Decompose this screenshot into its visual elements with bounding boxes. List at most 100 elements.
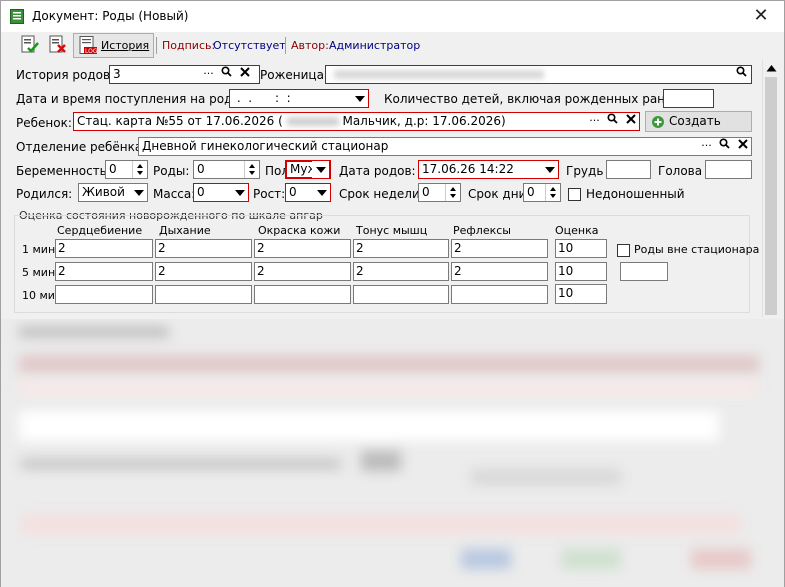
- apgar-row-label: 1 мин.: [22, 243, 59, 256]
- search-icon: [221, 66, 232, 77]
- clear-x-icon: [737, 139, 748, 149]
- department-search-button[interactable]: [716, 138, 733, 155]
- obscured-block: [471, 469, 621, 485]
- apgar-5min-skin-color[interactable]: 2: [254, 262, 351, 281]
- outside-hospital-checkbox[interactable]: [617, 244, 630, 257]
- apgar-10min-reflexes[interactable]: [451, 285, 548, 304]
- apgar-10min-score[interactable]: 10: [555, 284, 607, 304]
- obscured-block: [19, 411, 719, 441]
- save-button[interactable]: [18, 34, 42, 56]
- obscured-block: [21, 459, 341, 469]
- birth-history-clear-button[interactable]: [236, 66, 253, 83]
- outside-hospital-field[interactable]: [620, 262, 668, 281]
- apgar-cell-value: 10: [558, 286, 574, 300]
- search-icon: [607, 113, 618, 124]
- apgar-5min-heartbeat[interactable]: 2: [55, 262, 153, 281]
- apgar-1min-heartbeat[interactable]: 2: [55, 239, 153, 258]
- vertical-scrollbar[interactable]: [762, 60, 779, 317]
- clear-x-icon: [625, 114, 636, 124]
- admission-value: . . : :: [233, 91, 291, 105]
- apgar-5min-breathing[interactable]: 2: [155, 262, 252, 281]
- child-field[interactable]: Стац. карта №55 от 17.06.2026 ( Мальчик,…: [73, 112, 640, 131]
- obscured-content-area: [1, 319, 784, 587]
- premature-checkbox[interactable]: [568, 188, 581, 201]
- head-field[interactable]: [705, 160, 752, 179]
- signature-label: Подпись:: [162, 39, 216, 52]
- birth-date-value: 17.06.26 14:22: [422, 162, 514, 176]
- child-more-button[interactable]: ···: [586, 113, 603, 130]
- search-icon: [736, 66, 747, 77]
- create-card-button[interactable]: Создать карту: [645, 111, 752, 147]
- birth-history-more-button[interactable]: ···: [200, 66, 217, 83]
- title-bar: Документ: Роды (Новый) ✕: [1, 1, 784, 32]
- child-search-button[interactable]: [604, 113, 621, 130]
- apgar-1min-reflexes[interactable]: 2: [451, 239, 548, 258]
- born-dropdown-button[interactable]: [130, 184, 147, 201]
- children-count-label: Количество детей, включая рожденных ране…: [384, 92, 684, 106]
- apgar-1min-score[interactable]: 10: [555, 239, 607, 258]
- apgar-cell-value: 2: [158, 264, 166, 278]
- children-count-field[interactable]: [663, 89, 714, 108]
- term-weeks-label: Срок недели:: [339, 187, 424, 201]
- birth-date-field[interactable]: 17.06.26 14:22: [418, 160, 559, 179]
- births-value: 0: [197, 162, 205, 176]
- apgar-10min-muscle-tone[interactable]: [353, 285, 449, 304]
- admission-datetime-field[interactable]: . . : :: [229, 89, 369, 108]
- apgar-cell-value: 2: [58, 264, 66, 278]
- scroll-thumb[interactable]: [765, 77, 777, 315]
- height-dropdown-button[interactable]: [313, 184, 330, 201]
- birth-date-dropdown-button[interactable]: [541, 161, 558, 178]
- apgar-col-score: Оценка: [555, 224, 599, 237]
- apgar-1min-skin-color[interactable]: 2: [254, 239, 351, 258]
- births-label: Роды:: [153, 164, 190, 178]
- parturient-field[interactable]: [325, 65, 752, 84]
- birth-history-search-button[interactable]: [218, 66, 235, 83]
- department-field[interactable]: Дневной гинекологический стационар: [138, 137, 752, 156]
- obscured-block: [19, 327, 169, 337]
- chest-field[interactable]: [606, 160, 651, 179]
- apgar-5min-muscle-tone[interactable]: 2: [353, 262, 449, 281]
- apgar-10min-breathing[interactable]: [155, 285, 252, 304]
- obscured-block: [691, 549, 751, 569]
- child-value-prefix: Стац. карта №55 от 17.06.2026 (: [77, 114, 283, 128]
- height-label: Рост:: [253, 187, 286, 201]
- obscured-block: [561, 549, 621, 569]
- history-button[interactable]: LOG История: [73, 33, 154, 58]
- term-weeks-value: 0: [422, 185, 430, 199]
- birth-date-label: Дата родов:: [339, 164, 416, 178]
- department-clear-button[interactable]: [734, 138, 751, 155]
- apgar-10min-heartbeat[interactable]: [55, 285, 153, 304]
- term-weeks-spinner[interactable]: [445, 184, 460, 201]
- child-clear-button[interactable]: [622, 113, 639, 130]
- apgar-cell-value: 2: [356, 264, 364, 278]
- pregnancy-spinner[interactable]: [132, 161, 147, 178]
- cancel-x-icon: [49, 35, 66, 53]
- department-more-button[interactable]: ···: [698, 138, 715, 155]
- obscured-block: [461, 549, 511, 569]
- chest-label: Грудь: [566, 164, 604, 178]
- apgar-1min-muscle-tone[interactable]: 2: [353, 239, 449, 258]
- cancel-button[interactable]: [46, 34, 70, 56]
- term-days-label: Срок дни:: [468, 187, 531, 201]
- pregnancy-value: 0: [109, 162, 117, 176]
- toolbar: LOG История Подпись: Отсутствует Автор: …: [1, 32, 784, 59]
- weight-dropdown-button[interactable]: [231, 184, 248, 201]
- sex-dropdown-button[interactable]: [312, 161, 329, 178]
- apgar-1min-breathing[interactable]: 2: [155, 239, 252, 258]
- apgar-5min-score[interactable]: 10: [555, 262, 607, 281]
- born-label: Родился:: [16, 187, 73, 201]
- premature-label: Недоношенный: [586, 187, 685, 201]
- parturient-search-button[interactable]: [733, 66, 750, 83]
- term-days-spinner[interactable]: [545, 184, 560, 201]
- apgar-col-breathing: Дыхание: [159, 224, 211, 237]
- admission-dropdown-button[interactable]: [351, 90, 368, 107]
- log-icon: LOG: [79, 36, 98, 55]
- scroll-up-arrow-icon[interactable]: [766, 64, 777, 72]
- births-spinner[interactable]: [244, 161, 259, 178]
- apgar-row-label: 5 мин.: [22, 266, 59, 279]
- apgar-5min-reflexes[interactable]: 2: [451, 262, 548, 281]
- close-button[interactable]: ✕: [746, 5, 776, 27]
- parturient-label: Роженица:: [260, 68, 328, 82]
- outside-hospital-label: Роды вне стационара: [634, 243, 760, 256]
- apgar-10min-skin-color[interactable]: [254, 285, 351, 304]
